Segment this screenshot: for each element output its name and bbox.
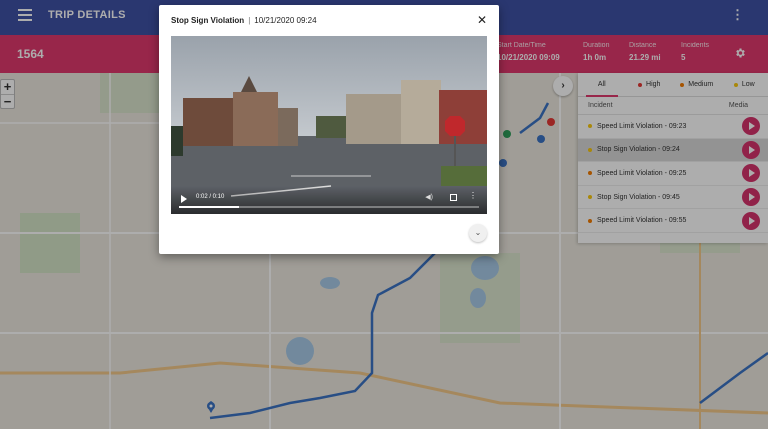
dialog-title: Stop Sign Violation | 10/21/2020 09:24 [171,16,317,25]
video-dialog: Stop Sign Violation|10/21/2020 09:24 ✕ [159,5,499,254]
video-controls: 0:02 / 0:10 ◀) ⋮ [171,186,487,214]
video-player[interactable]: 0:02 / 0:10 ◀) ⋮ [171,36,487,214]
chevron-down-icon[interactable]: ⌄ [469,224,487,242]
more-vert-icon[interactable]: ⋮ [469,192,477,200]
dialog-title-timestamp: 10/21/2020 09:24 [254,16,317,25]
dialog-title-separator: | [248,16,251,25]
video-progress-fill [179,206,239,208]
fullscreen-icon[interactable] [450,194,457,201]
dialog-title-incident: Stop Sign Violation [171,16,245,25]
video-time: 0:02 / 0:10 [196,194,225,200]
close-icon[interactable]: ✕ [477,14,487,26]
play-icon[interactable] [181,195,187,203]
video-progress-bar[interactable] [179,206,479,208]
volume-icon[interactable]: ◀) [425,193,433,201]
